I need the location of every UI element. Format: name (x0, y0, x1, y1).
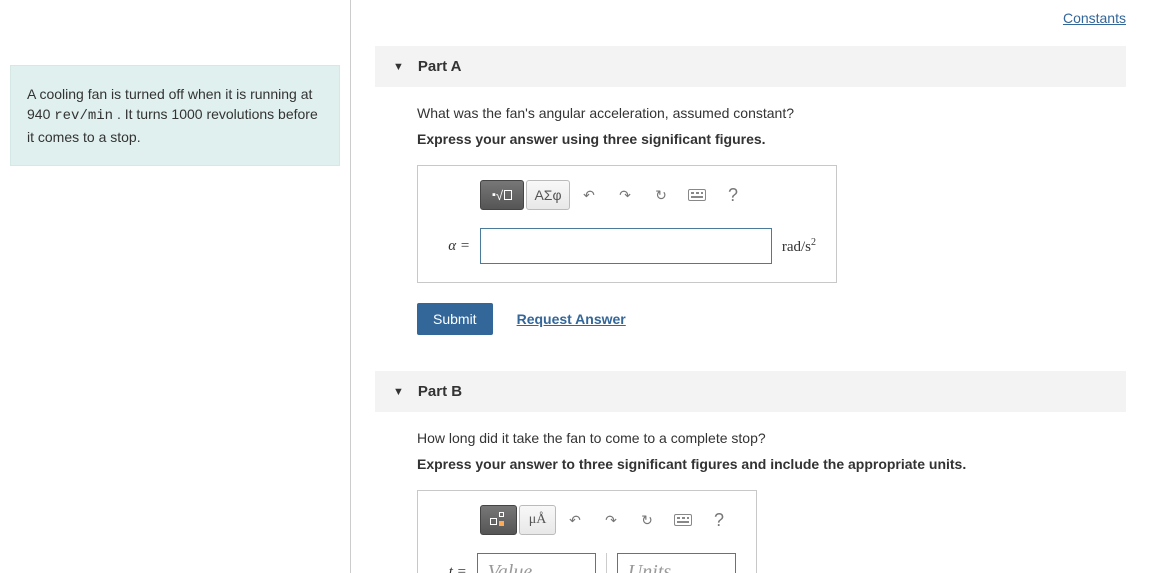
part-b-question: How long did it take the fan to come to … (417, 430, 1126, 446)
undo-button[interactable]: ↶ (558, 505, 592, 535)
request-answer-link[interactable]: Request Answer (517, 311, 626, 327)
part-a-question: What was the fan's angular acceleration,… (417, 105, 1126, 121)
part-b-toolbar: μÅ ↶ ↷ ↻ ? (480, 505, 736, 535)
part-b-input-row: t = Value Units (438, 553, 736, 573)
part-a-input-row: α = rad/s2 (438, 228, 816, 264)
greek-button[interactable]: ΑΣφ (526, 180, 570, 210)
keyboard-button[interactable] (680, 180, 714, 210)
submit-button[interactable]: Submit (417, 303, 493, 335)
unit-symbols-button[interactable]: μÅ (519, 505, 556, 535)
part-b-hint: Express your answer to three significant… (417, 456, 1126, 472)
keyboard-icon (688, 189, 706, 201)
redo-button[interactable]: ↷ (608, 180, 642, 210)
redo-button[interactable]: ↷ (594, 505, 628, 535)
part-a-header[interactable]: ▼ Part A (375, 46, 1126, 87)
reset-button[interactable]: ↻ (630, 505, 664, 535)
value-units-divider (606, 553, 607, 573)
right-column: Constants ▼ Part A What was the fan's an… (351, 0, 1166, 573)
reset-button[interactable]: ↻ (644, 180, 678, 210)
constants-link[interactable]: Constants (1063, 10, 1126, 26)
part-a-answer-input[interactable] (480, 228, 772, 264)
templates-button[interactable] (480, 505, 517, 535)
part-a-var-label: α = (438, 238, 470, 255)
problem-rate: rev/min (54, 108, 113, 124)
part-a-answer-box: ▪√ ΑΣφ ↶ ↷ ↻ ? α = rad/s2 (417, 165, 837, 283)
part-a-units: rad/s2 (782, 237, 816, 256)
undo-button[interactable]: ↶ (572, 180, 606, 210)
part-b-header[interactable]: ▼ Part B (375, 371, 1126, 412)
part-b-units-input[interactable]: Units (617, 553, 736, 573)
part-b-body: How long did it take the fan to come to … (375, 430, 1126, 573)
part-b-var-label: t = (438, 564, 467, 573)
part-b-value-input[interactable]: Value (477, 553, 596, 573)
constants-row: Constants (375, 10, 1126, 26)
help-button[interactable]: ? (716, 180, 750, 210)
collapse-icon: ▼ (393, 386, 404, 398)
part-a-actions: Submit Request Answer (417, 303, 1126, 335)
part-b-title: Part B (418, 383, 462, 400)
collapse-icon: ▼ (393, 61, 404, 73)
part-a-toolbar: ▪√ ΑΣφ ↶ ↷ ↻ ? (480, 180, 816, 210)
templates-button[interactable]: ▪√ (480, 180, 524, 210)
part-a-title: Part A (418, 58, 462, 75)
left-column: A cooling fan is turned off when it is r… (0, 0, 350, 573)
part-a-body: What was the fan's angular acceleration,… (375, 105, 1126, 335)
keyboard-button[interactable] (666, 505, 700, 535)
part-a-hint: Express your answer using three signific… (417, 131, 1126, 147)
problem-statement: A cooling fan is turned off when it is r… (10, 65, 340, 166)
keyboard-icon (674, 514, 692, 526)
part-b-answer-box: μÅ ↶ ↷ ↻ ? t = Value Units (417, 490, 757, 573)
help-button[interactable]: ? (702, 505, 736, 535)
